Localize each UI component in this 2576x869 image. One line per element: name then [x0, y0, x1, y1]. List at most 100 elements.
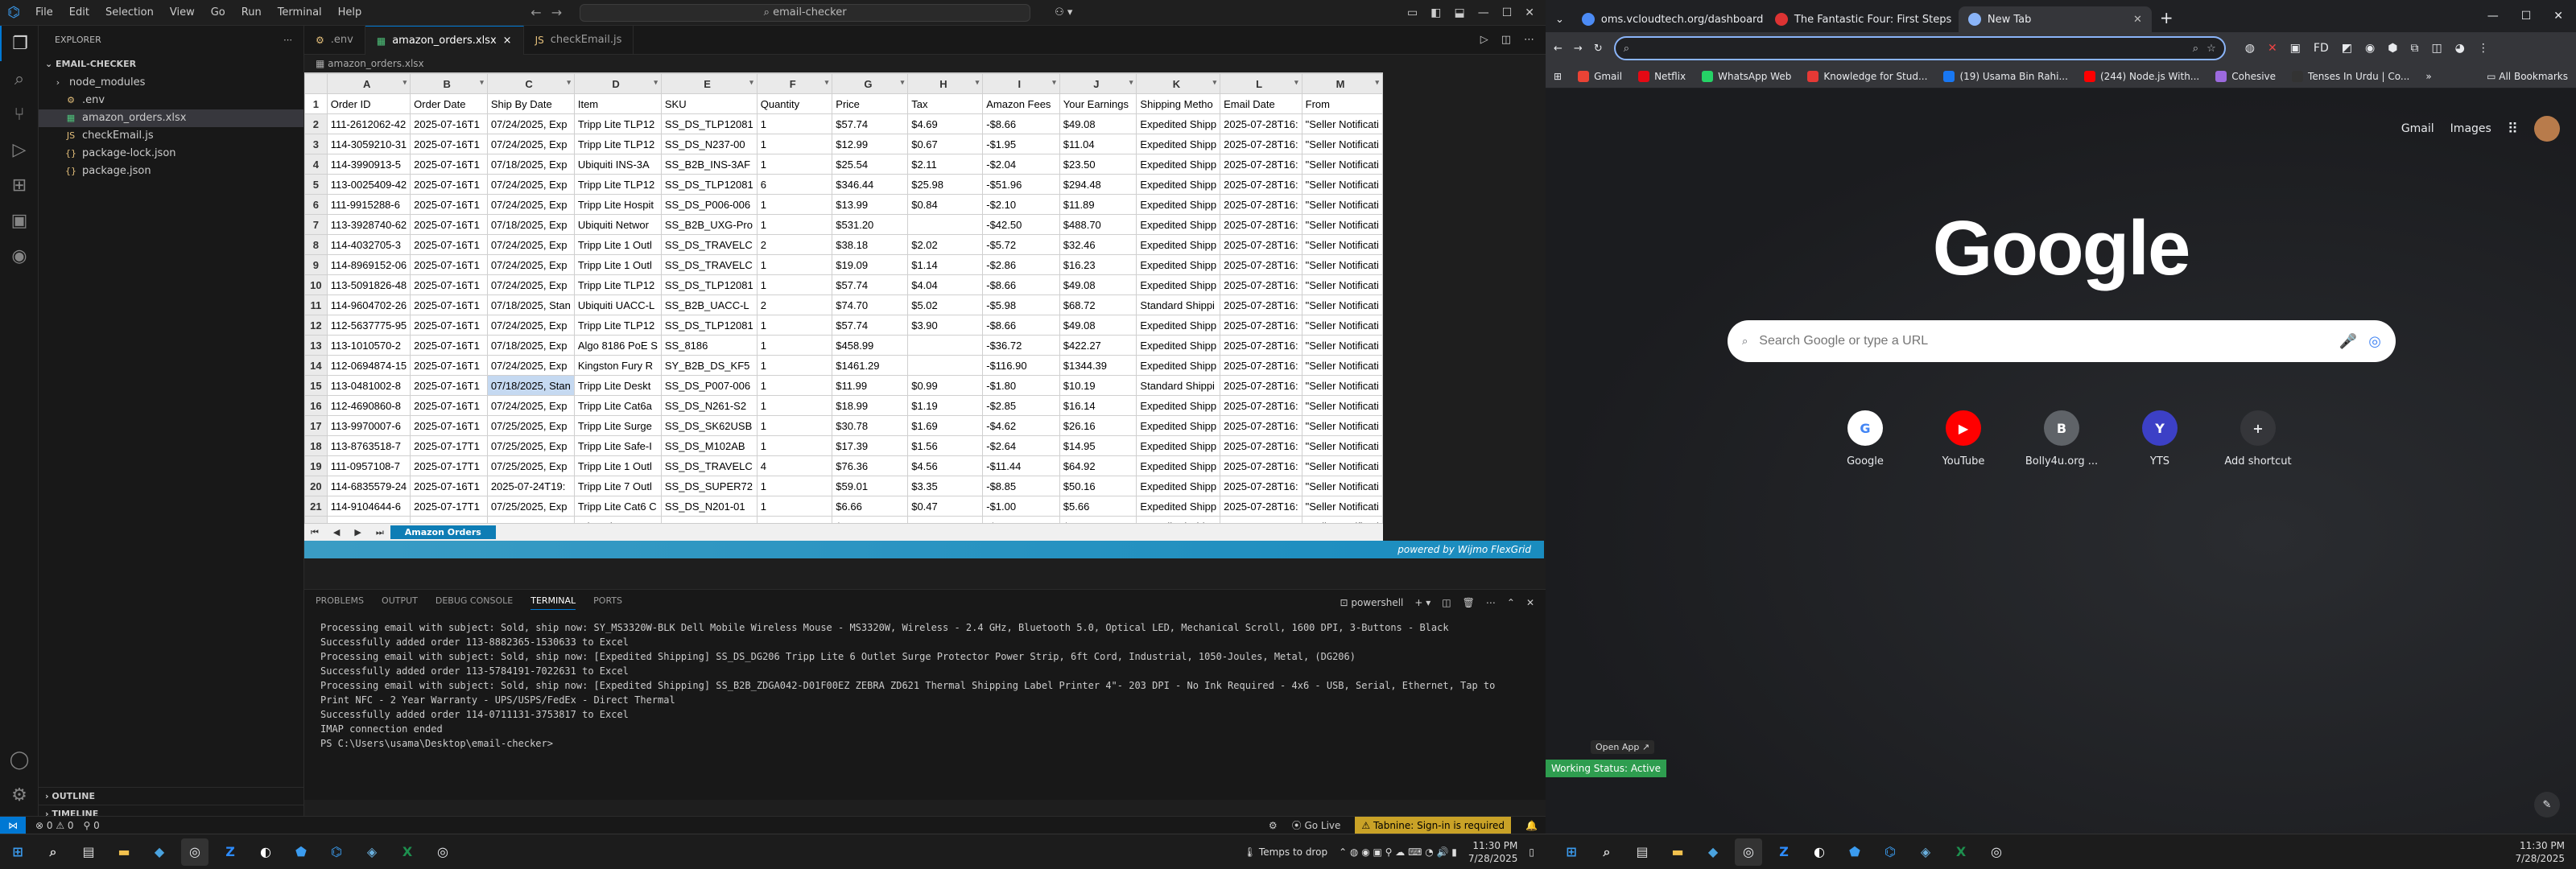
file-explorer-icon[interactable]: ▬: [110, 838, 138, 866]
row-number[interactable]: 9: [304, 254, 328, 275]
table-cell[interactable]: 1: [756, 375, 833, 396]
table-cell[interactable]: 4: [756, 455, 833, 476]
table-cell[interactable]: $458.99: [832, 335, 909, 356]
reload-icon[interactable]: ↻: [1594, 43, 1603, 55]
run-icon[interactable]: ▷: [1480, 34, 1488, 46]
editor-tab[interactable]: ⚙ .env: [304, 26, 365, 55]
table-cell[interactable]: Expedited Shipp: [1136, 315, 1221, 336]
table-cell[interactable]: $1.69: [907, 415, 984, 436]
table-cell[interactable]: Tripp Lite TLP12: [573, 113, 662, 134]
close-panel-icon[interactable]: ✕: [1526, 597, 1534, 608]
file-item[interactable]: {} package-lock.json: [39, 145, 303, 163]
table-cell[interactable]: Expedited Shipp: [1136, 234, 1221, 255]
go-live-button[interactable]: ⦿ Go Live: [1292, 818, 1341, 832]
table-cell[interactable]: SS_DS_N201-01: [660, 496, 758, 517]
table-cell[interactable]: "Seller Notificati: [1301, 476, 1383, 496]
forward-icon[interactable]: →: [1574, 43, 1583, 55]
column-header[interactable]: L ▾: [1220, 73, 1302, 94]
close-tab-icon[interactable]: ✕: [2133, 14, 2142, 26]
table-cell[interactable]: SS_B2B_INS-3AF: [660, 154, 758, 175]
table-cell[interactable]: SS_DS_P007-006: [660, 375, 758, 396]
table-cell[interactable]: 1: [756, 516, 833, 523]
table-cell[interactable]: $0.47: [907, 496, 984, 517]
table-cell[interactable]: Tripp Lite Hospit: [573, 194, 662, 215]
table-cell[interactable]: -$1.95: [982, 134, 1060, 154]
minimize-icon[interactable]: —: [2487, 10, 2499, 23]
table-cell[interactable]: -$2.04: [982, 154, 1060, 175]
table-cell[interactable]: 2025-07-24T19:: [486, 476, 575, 496]
table-cell[interactable]: 2025-07-28T16:: [1220, 435, 1302, 456]
account-icon[interactable]: ◯: [0, 742, 39, 777]
table-cell[interactable]: 1: [756, 214, 833, 235]
table-cell[interactable]: 2025-07-16T1: [410, 476, 488, 496]
row-number[interactable]: 15: [304, 375, 328, 396]
store-icon[interactable]: ◆: [146, 838, 173, 866]
table-cell[interactable]: "Seller Notificati: [1301, 516, 1383, 523]
table-cell[interactable]: 07/18/2025, Stan: [486, 375, 575, 396]
table-cell[interactable]: $12.99: [832, 134, 909, 154]
table-cell[interactable]: 114-8969152-06: [326, 254, 411, 275]
zoom-icon[interactable]: Z: [1770, 838, 1798, 866]
table-cell[interactable]: 2025-07-17T1: [410, 455, 488, 476]
table-cell[interactable]: Tripp Lite Cat6a: [573, 395, 662, 416]
terminal-shell-label[interactable]: ⊡ powershell: [1340, 597, 1404, 608]
table-cell[interactable]: 2025-07-28T16:: [1220, 154, 1302, 175]
new-terminal-icon[interactable]: + ▾: [1414, 597, 1430, 608]
sidebar-toggle-icon[interactable]: ◧: [1430, 6, 1441, 19]
table-cell[interactable]: $5.66: [1059, 496, 1137, 517]
table-cell[interactable]: $23.50: [1059, 154, 1137, 175]
table-cell[interactable]: Algo 8186 PoE S: [573, 335, 662, 356]
extensions-puzzle-icon[interactable]: ⧉: [2410, 42, 2418, 55]
table-cell[interactable]: $76.36: [832, 455, 909, 476]
table-cell[interactable]: 113-9970007-6: [326, 415, 411, 436]
table-cell[interactable]: 2025-07-28T16:: [1220, 335, 1302, 356]
table-cell[interactable]: -$2.86: [982, 254, 1060, 275]
filter-icon[interactable]: ▾: [1294, 78, 1298, 87]
row-number[interactable]: 21: [304, 496, 328, 517]
table-cell[interactable]: 2025-07-17T1: [410, 496, 488, 517]
terminal-output[interactable]: Processing email with subject: Sold, shi…: [304, 616, 1546, 756]
table-cell[interactable]: 1: [756, 415, 833, 436]
table-cell[interactable]: Standard Shippi: [1136, 294, 1221, 315]
table-cell[interactable]: $1.56: [907, 435, 984, 456]
table-cell[interactable]: $49.08: [1059, 274, 1137, 295]
more-actions-icon[interactable]: ⋯: [283, 26, 303, 55]
table-cell[interactable]: 2025-07-28T16:: [1220, 375, 1302, 396]
row-number[interactable]: 2: [304, 113, 328, 134]
sync-icon[interactable]: ⚙: [1269, 820, 1278, 831]
vscode-taskbar-icon[interactable]: ⌬: [1876, 838, 1904, 866]
table-cell[interactable]: -$4.38: [982, 516, 1060, 523]
ports-status[interactable]: ⚲ 0: [74, 820, 100, 831]
table-cell[interactable]: $17.39: [832, 435, 909, 456]
open-app-button[interactable]: Open App ↗: [1591, 740, 1655, 754]
panel-tab-problems[interactable]: PROBLEMS: [316, 595, 364, 610]
spreadsheet-grid[interactable]: A ▾ B ▾ C ▾ D ▾ E ▾ F ▾ G ▾ H ▾ I ▾ J ▾ K ▾ L ▾ M ▾ 1 Order ID Order…: [304, 72, 1383, 523]
table-cell[interactable]: 07/24/2025, Exp: [486, 254, 575, 275]
shortcut-tile[interactable]: ▶ YouTube: [1918, 410, 2008, 467]
table-cell[interactable]: Expedited Shipp: [1136, 395, 1221, 416]
command-center[interactable]: ⌕ email-checker: [580, 3, 1031, 22]
table-cell[interactable]: $74.70: [832, 294, 909, 315]
table-cell[interactable]: Tripp Lite TLP12: [573, 174, 662, 195]
table-cell[interactable]: "Seller Notificati: [1301, 294, 1383, 315]
table-cell[interactable]: -$11.44: [982, 455, 1060, 476]
table-cell[interactable]: 2025-07-28T16:: [1220, 496, 1302, 517]
bookmark-item[interactable]: Tenses In Urdu | Co...: [2292, 70, 2409, 82]
table-cell[interactable]: 2025-07-16T1: [410, 355, 488, 376]
table-cell[interactable]: 1: [756, 395, 833, 416]
menu-item-help[interactable]: Help: [330, 0, 370, 26]
menu-item-file[interactable]: File: [27, 0, 61, 26]
table-cell[interactable]: $30.78: [832, 415, 909, 436]
row-number[interactable]: 10: [304, 274, 328, 295]
table-cell[interactable]: $2.02: [907, 234, 984, 255]
table-cell[interactable]: 2025-07-16T1: [410, 154, 488, 175]
remote-explorer-icon[interactable]: ▣: [0, 203, 39, 238]
table-cell[interactable]: 114-4032705-3: [326, 234, 411, 255]
table-cell[interactable]: Tripp Lite 1 Outl: [573, 254, 662, 275]
file-explorer-icon[interactable]: ▬: [1664, 838, 1691, 866]
source-control-icon[interactable]: ⑂: [0, 97, 39, 132]
table-cell[interactable]: 07/18/2025, Exp: [486, 214, 575, 235]
table-cell[interactable]: 07/25/2025, Exp: [486, 455, 575, 476]
table-cell[interactable]: $57.74: [832, 315, 909, 336]
table-cell[interactable]: 114-9104644-6: [326, 496, 411, 517]
